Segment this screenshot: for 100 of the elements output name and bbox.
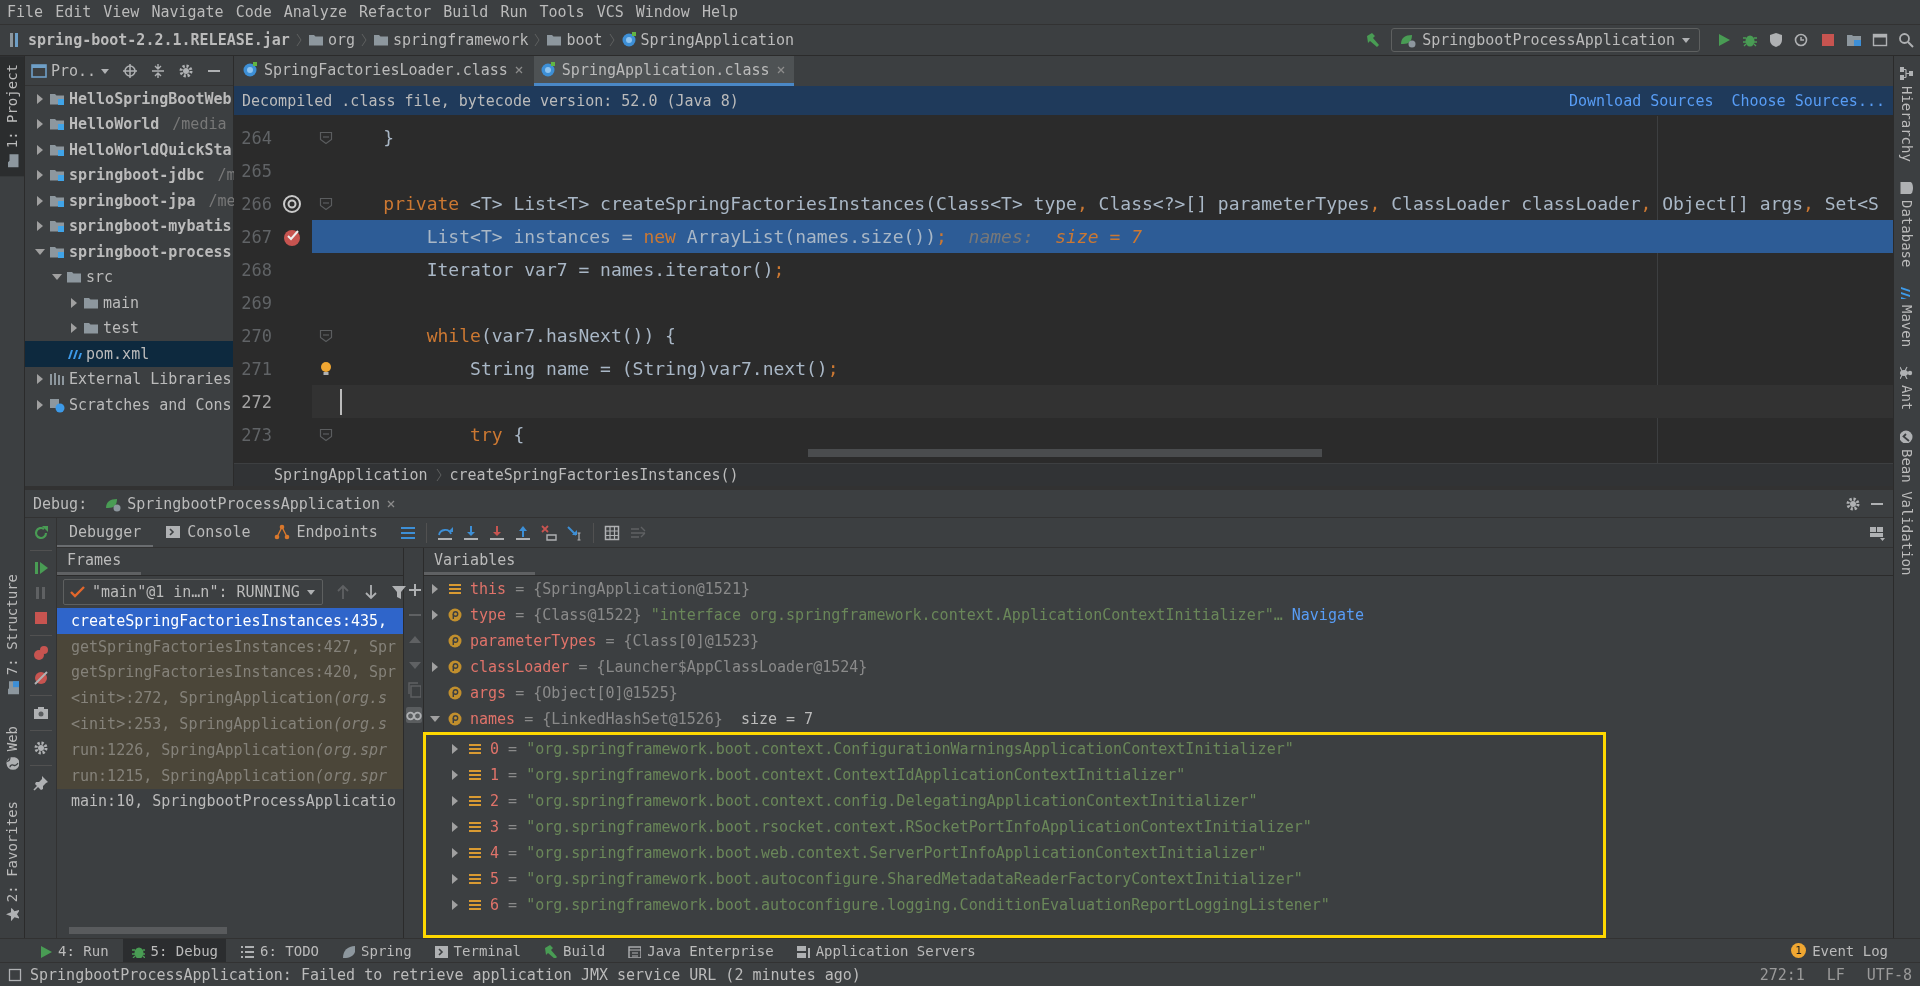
caret-position[interactable]: 272:1 [1759, 965, 1805, 984]
breadcrumb-item[interactable]: springframework [373, 31, 529, 49]
menu-item[interactable]: Edit [49, 3, 98, 21]
fold-icon[interactable] [319, 427, 333, 442]
view-dropdown[interactable]: Pro.. [31, 61, 111, 80]
tree-item[interactable]: pom.xml [25, 341, 233, 367]
panel-tab[interactable]: Variables [424, 551, 536, 575]
tree-item[interactable]: HelloWorldQuickSta [25, 137, 233, 163]
mute-breakpoints-icon[interactable] [32, 670, 49, 686]
project-structure-icon[interactable] [1846, 32, 1862, 48]
expand-arrow-icon[interactable] [450, 900, 460, 910]
scrollbar[interactable] [808, 449, 1322, 457]
expand-arrow-icon[interactable] [35, 93, 45, 104]
tool-window-button[interactable]: Spring [333, 939, 420, 962]
editor-tab[interactable]: SpringFactoriesLoader.class [236, 56, 532, 86]
file-encoding[interactable]: UTF-8 [1866, 965, 1912, 984]
stop-icon[interactable] [1820, 32, 1836, 48]
step-out-icon[interactable] [514, 524, 531, 541]
resume-icon[interactable] [32, 560, 49, 576]
menu-item[interactable]: Build [437, 3, 495, 21]
layout-icon[interactable] [1869, 524, 1885, 541]
expand-arrow-icon[interactable] [450, 874, 460, 884]
breadcrumb-item[interactable]: SpringApplication [620, 31, 795, 49]
tool-window-tab[interactable]: Hierarchy [1894, 66, 1920, 162]
breadcrumb-item[interactable]: createSpringFactoriesInstances() [449, 466, 739, 484]
tool-window-button[interactable]: 5: Debug [122, 939, 226, 962]
expand-arrow-icon[interactable] [69, 323, 79, 334]
expand-arrow-icon[interactable] [450, 822, 460, 832]
menu-item[interactable]: Code [229, 3, 278, 21]
banner-link[interactable]: Choose Sources... [1731, 91, 1885, 110]
settings-icon[interactable] [32, 740, 49, 756]
expand-arrow-icon[interactable] [450, 744, 460, 754]
tool-window-tab[interactable]: Ant [1894, 365, 1920, 411]
close-icon[interactable] [775, 64, 786, 75]
expand-arrow-icon[interactable] [35, 221, 45, 232]
menu-item[interactable]: File [1, 3, 50, 21]
menu-item[interactable]: Analyze [277, 3, 353, 21]
stop-icon[interactable] [32, 610, 49, 626]
search-icon[interactable] [1898, 32, 1914, 48]
expand-arrow-icon[interactable] [35, 195, 45, 206]
fold-icon[interactable] [319, 196, 333, 211]
profiler-icon[interactable] [1794, 32, 1810, 48]
tool-window-button[interactable]: 4: Run [30, 939, 117, 962]
stack-frame[interactable]: main:10, SpringbootProcessApplicatio [57, 788, 403, 815]
breadcrumb-item[interactable]: org [307, 31, 355, 49]
tree-item[interactable]: springboot-mybatis [25, 213, 233, 239]
menu-item[interactable]: Help [695, 3, 745, 21]
debugger-tab[interactable]: Console [153, 518, 263, 547]
tree-item[interactable]: springboot-process [25, 239, 233, 265]
settings-icon[interactable] [178, 62, 195, 79]
tree-item[interactable]: src [25, 264, 233, 290]
frames-list-icon[interactable] [399, 524, 416, 541]
tree-item[interactable]: External Libraries [25, 366, 233, 392]
coverage-icon[interactable] [1768, 32, 1784, 48]
run-icon[interactable] [1716, 32, 1732, 48]
menu-item[interactable]: View [97, 3, 146, 21]
tool-window-button[interactable]: Terminal [425, 939, 530, 962]
tree-item[interactable]: springboot-jpa /me [25, 188, 233, 214]
pin-icon[interactable] [32, 775, 49, 791]
stack-frame[interactable]: createSpringFactoriesInstances:435, [57, 608, 403, 634]
tool-window-button[interactable]: Java Enterprise [619, 939, 782, 962]
fold-icon[interactable] [319, 130, 333, 145]
settings-icon[interactable] [1845, 495, 1861, 512]
expand-arrow-icon[interactable] [430, 584, 440, 594]
menu-item[interactable]: Tools [533, 3, 591, 21]
run-configuration-dropdown[interactable]: SpringbootProcessApplication [1391, 28, 1700, 52]
tool-window-tab[interactable]: Web [0, 717, 24, 779]
close-icon[interactable] [513, 64, 524, 75]
expand-arrow-icon[interactable] [430, 610, 440, 620]
collapse-arrow-icon[interactable] [35, 246, 45, 257]
expand-arrow-icon[interactable] [69, 297, 79, 308]
add-icon[interactable] [406, 582, 421, 598]
breakpoints-icon[interactable] [32, 645, 49, 661]
bulb-icon[interactable] [319, 361, 333, 376]
thread-dropdown[interactable]: "main"@1 in…n": RUNNING [63, 579, 323, 605]
evaluate-icon[interactable] [603, 524, 620, 541]
session-tab[interactable]: SpringbootProcessApplication [105, 494, 397, 513]
editor-tab[interactable]: SpringApplication.class [533, 56, 794, 86]
close-icon[interactable] [386, 498, 397, 509]
status-icon[interactable] [8, 967, 22, 982]
line-separator[interactable]: LF [1826, 965, 1845, 984]
banner-link[interactable]: Download Sources [1568, 91, 1714, 110]
tool-window-tab[interactable]: Bean Validation [1894, 428, 1920, 576]
step-into-icon[interactable] [462, 524, 479, 541]
expand-arrow-icon[interactable] [450, 796, 460, 806]
filter-icon[interactable] [390, 584, 407, 600]
expand-arrow-icon[interactable] [35, 399, 45, 410]
tool-window-button[interactable]: Application Servers [787, 939, 984, 962]
menu-item[interactable]: Navigate [145, 3, 230, 21]
expand-arrow-icon[interactable] [450, 770, 460, 780]
tool-window-button[interactable]: Build [535, 939, 614, 962]
expand-arrow-icon[interactable] [35, 374, 45, 385]
rerun-icon[interactable] [32, 525, 49, 541]
tree-item[interactable]: test [25, 315, 233, 341]
tool-window-tab[interactable]: 2: Favorites [0, 792, 24, 930]
drop-frame-icon[interactable] [540, 524, 557, 541]
breadcrumb-item[interactable]: spring-boot-2.2.1.RELEASE.jar [8, 31, 290, 49]
tool-window-tab[interactable]: Database [1894, 179, 1920, 268]
expand-arrow-icon[interactable] [35, 119, 45, 130]
expand-arrow-icon[interactable] [35, 144, 45, 155]
